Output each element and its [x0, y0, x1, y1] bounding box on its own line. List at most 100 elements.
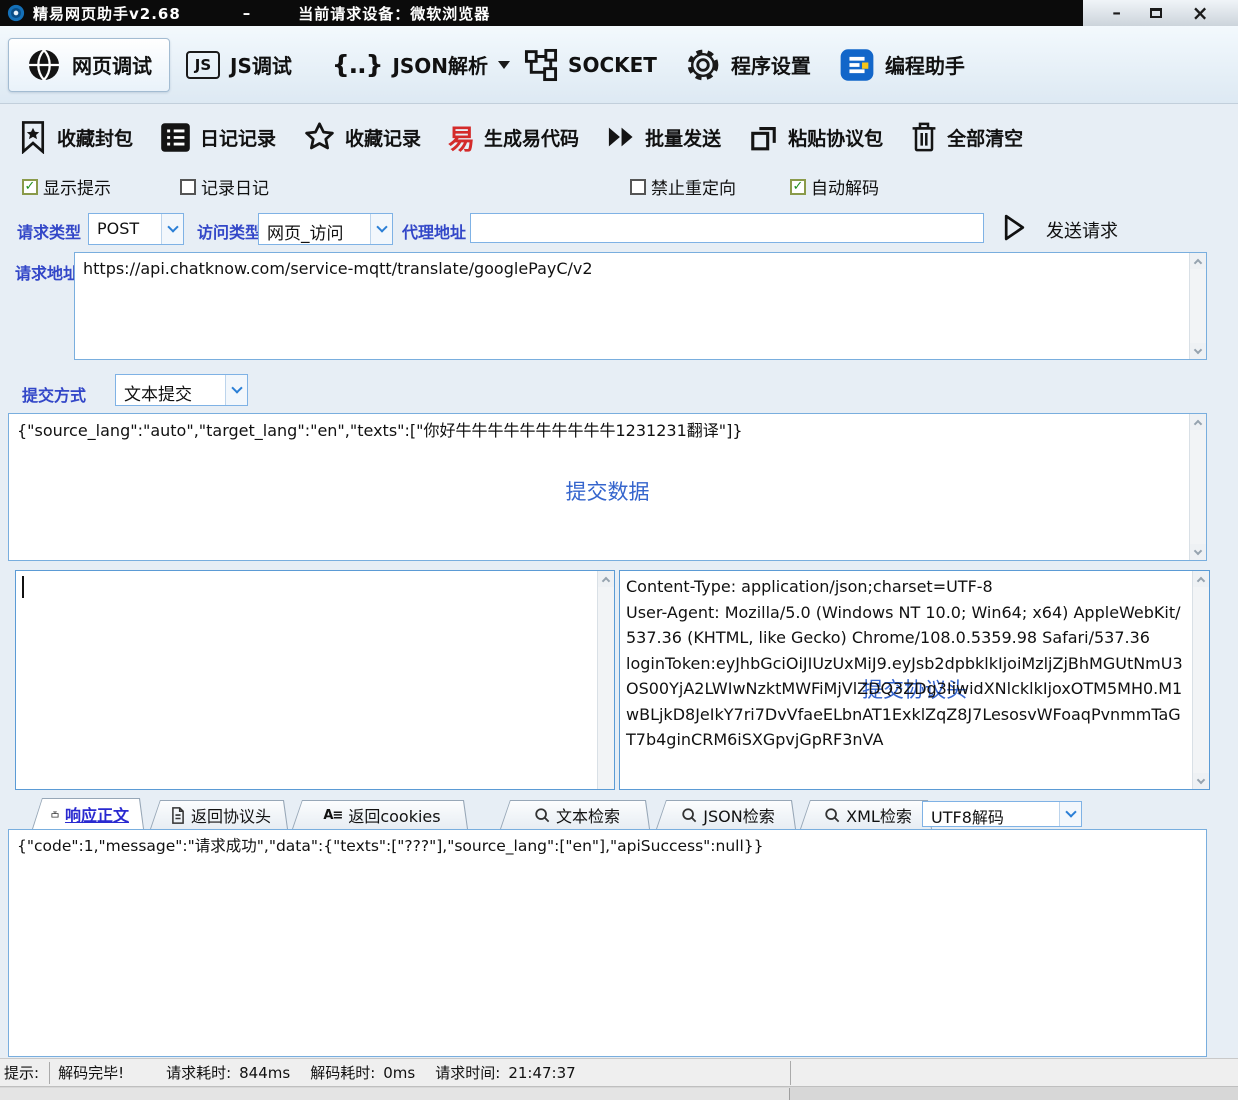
- scroll-up-icon[interactable]: [1190, 253, 1206, 269]
- response-body-content[interactable]: {"code":1,"message":"请求成功","data":{"text…: [9, 830, 1206, 1056]
- horizontal-scrollbar-thumb[interactable]: [0, 1088, 790, 1100]
- tab-xml-search[interactable]: XML检索: [800, 800, 932, 829]
- chevron-down-icon: [231, 382, 242, 393]
- maximize-icon[interactable]: [1150, 8, 1162, 18]
- scroll-down-icon[interactable]: [1190, 544, 1206, 560]
- request-clock-value: 21:47:37: [508, 1064, 575, 1082]
- search-icon: [824, 807, 840, 823]
- braces-icon: {..}: [332, 50, 383, 79]
- checkbox-unchecked-icon: [630, 179, 646, 195]
- proxy-input[interactable]: [470, 213, 984, 243]
- chevron-down-icon: [167, 221, 178, 232]
- scroll-down-icon[interactable]: [1190, 343, 1206, 359]
- minimize-icon[interactable]: –: [1112, 5, 1121, 22]
- tab-text-search[interactable]: 文本检索: [500, 800, 650, 829]
- request-type-select[interactable]: POST: [88, 213, 184, 245]
- action-paste-packet[interactable]: 粘贴协议包: [748, 122, 883, 153]
- submit-method-label: 提交方式: [22, 382, 86, 406]
- decode-time-value: 0ms: [383, 1064, 415, 1082]
- trash-icon: [910, 121, 938, 153]
- tab-return-cookies[interactable]: A≡ 返回cookies: [292, 800, 468, 829]
- action-save-record[interactable]: 收藏记录: [303, 121, 421, 153]
- decode-select[interactable]: UTF8解码: [922, 801, 1082, 827]
- window-title: 精易网页助手v2.68: [33, 3, 181, 24]
- star-icon: [303, 121, 336, 153]
- post-data-content[interactable]: {"source_lang":"auto","target_lang":"en"…: [9, 414, 1188, 560]
- left-edit-panel[interactable]: [15, 570, 615, 790]
- diary-list-icon: [160, 122, 191, 153]
- action-batch-send[interactable]: 批量发送: [606, 124, 721, 151]
- status-divider: [790, 1061, 791, 1085]
- scroll-up-icon[interactable]: [1193, 571, 1209, 587]
- submit-method-select[interactable]: 文本提交: [115, 374, 248, 406]
- title-dash: –: [243, 4, 251, 22]
- access-type-label: 访问类型: [197, 219, 261, 243]
- search-icon: [534, 807, 550, 823]
- headers-scrollbar[interactable]: [1192, 571, 1209, 789]
- response-body-icon: [51, 806, 59, 823]
- post-data-scrollbar[interactable]: [1189, 414, 1206, 560]
- tab-return-headers[interactable]: 返回协议头: [150, 800, 288, 829]
- close-icon[interactable]: ×: [1192, 3, 1209, 23]
- request-headers-panel[interactable]: 提交协议头 Content-Type: application/json;cha…: [619, 570, 1210, 790]
- checkbox-show-tips[interactable]: ✓ 显示提示: [22, 174, 111, 199]
- request-url-box[interactable]: https://api.chatknow.com/service-mqtt/tr…: [74, 252, 1207, 360]
- socket-icon: [524, 48, 558, 82]
- fast-forward-icon: [606, 126, 636, 148]
- action-diary-log[interactable]: 日记记录: [160, 122, 276, 153]
- cookies-icon: A≡: [323, 808, 342, 823]
- response-tab-row: 响应正文 返回协议头 A≡ 返回cookies 文本检索: [0, 798, 1238, 829]
- app-window: 精易网页助手v2.68 – 当前请求设备：微软浏览器 – × 网页调试 JS J…: [0, 0, 1238, 1100]
- titlebar: 精易网页助手v2.68 – 当前请求设备：微软浏览器 – ×: [0, 0, 1238, 26]
- toolbar-settings[interactable]: 程序设置: [685, 47, 811, 83]
- url-scrollbar[interactable]: [1189, 253, 1206, 359]
- main-toolbar: 网页调试 JS JS调试 {..} JSON解析 SOCKET 程序设置: [0, 26, 1238, 104]
- headers-doc-icon: [171, 807, 185, 824]
- options-row: ✓ 显示提示 记录日记 禁止重定向 ✓ 自动解码: [0, 170, 1238, 206]
- send-request-button[interactable]: 发送请求: [1046, 217, 1118, 243]
- chevron-down-icon: [1065, 806, 1076, 817]
- paste-icon: [748, 122, 779, 153]
- yi-icon: 易: [448, 118, 475, 157]
- js-icon: JS: [186, 51, 220, 79]
- post-data-box[interactable]: 提交数据 {"source_lang":"auto","target_lang"…: [8, 413, 1207, 561]
- toolbar-web-debug[interactable]: 网页调试: [8, 38, 170, 92]
- toolbar-code-assistant[interactable]: 编程助手: [839, 48, 965, 82]
- checkbox-log-diary[interactable]: 记录日记: [180, 174, 269, 199]
- app-globe-icon: [7, 4, 25, 22]
- window-controls: – ×: [1083, 0, 1238, 26]
- access-type-select[interactable]: 网页_访问: [258, 213, 393, 245]
- response-body-box[interactable]: {"code":1,"message":"请求成功","data":{"text…: [8, 829, 1207, 1057]
- action-generate-code[interactable]: 易 生成易代码: [448, 118, 579, 157]
- status-divider: [49, 1062, 50, 1084]
- tab-json-search[interactable]: JSON检索: [656, 800, 796, 829]
- action-toolbar: 收藏封包 日记记录 收藏记录 易 生成易代码 批量发送: [0, 106, 1238, 168]
- toolbar-json-parse[interactable]: {..} JSON解析: [332, 50, 510, 79]
- action-save-packet[interactable]: 收藏封包: [18, 120, 133, 154]
- request-url-value[interactable]: https://api.chatknow.com/service-mqtt/tr…: [75, 253, 1188, 359]
- request-url-label: 请求地址: [15, 260, 79, 284]
- gear-icon: [685, 47, 721, 83]
- bookmark-star-icon: [18, 120, 48, 154]
- checkbox-auto-decode[interactable]: ✓ 自动解码: [790, 174, 879, 199]
- checkbox-no-redirect[interactable]: 禁止重定向: [630, 174, 736, 199]
- request-time-label: 请求耗时:: [166, 1062, 231, 1083]
- device-label: 当前请求设备：微软浏览器: [298, 3, 490, 24]
- status-bar: 提示: 解码完毕! 请求耗时: 844ms 解码耗时: 0ms 请求时间: 21…: [0, 1058, 1238, 1086]
- scroll-up-icon[interactable]: [598, 571, 614, 587]
- play-icon[interactable]: [1003, 214, 1026, 241]
- request-headers-content[interactable]: Content-Type: application/json;charset=U…: [620, 571, 1191, 789]
- proxy-label: 代理地址: [402, 219, 466, 243]
- search-icon: [681, 807, 697, 823]
- tab-response-body[interactable]: 响应正文: [32, 798, 144, 829]
- horizontal-scrollbar[interactable]: [0, 1086, 1238, 1100]
- assistant-icon: [839, 48, 875, 82]
- scroll-down-icon[interactable]: [1193, 773, 1209, 789]
- toolbar-socket[interactable]: SOCKET: [524, 48, 657, 82]
- request-row: 请求类型 POST 访问类型 网页_访问 代理地址 发送请求: [0, 210, 1238, 252]
- scroll-up-icon[interactable]: [1190, 414, 1206, 430]
- status-prefix: 提示:: [4, 1062, 39, 1083]
- toolbar-js-debug[interactable]: JS JS调试: [186, 50, 292, 79]
- left-panel-scrollbar[interactable]: [597, 571, 614, 789]
- action-clear-all[interactable]: 全部清空: [910, 121, 1023, 153]
